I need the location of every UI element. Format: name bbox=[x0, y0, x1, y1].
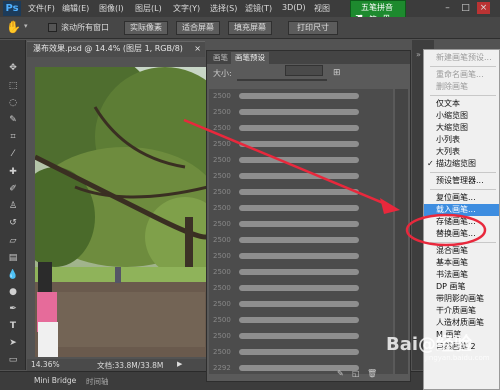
annotation-arrowhead bbox=[380, 198, 400, 214]
watermark-url: jingyan.baidu.com bbox=[425, 354, 490, 362]
annotation-circle bbox=[405, 213, 487, 247]
annotation-arrow bbox=[183, 118, 389, 207]
baidu-watermark: Bai@经验 bbox=[386, 334, 473, 355]
